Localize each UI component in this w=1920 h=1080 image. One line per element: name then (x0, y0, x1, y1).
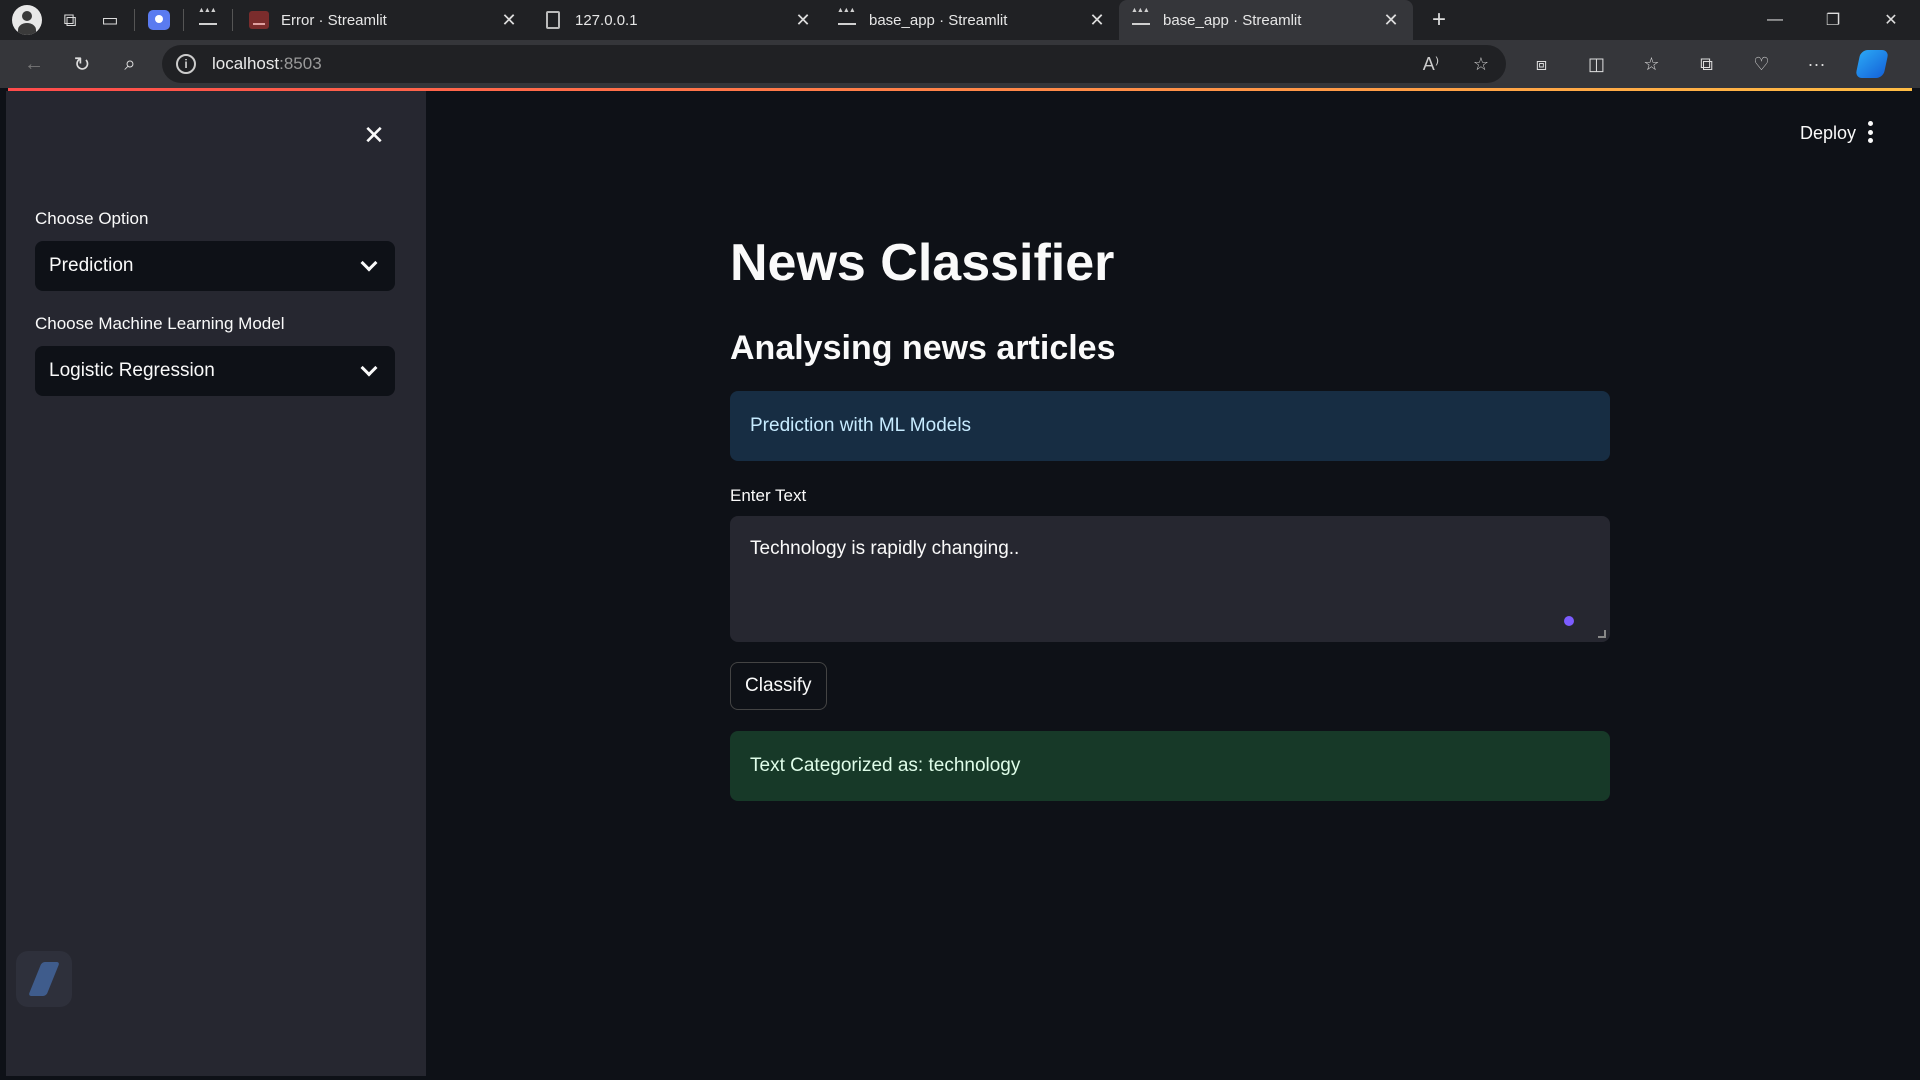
streamlit-error-favicon-icon (249, 11, 269, 29)
grammar-check-dot-icon[interactable] (1564, 616, 1574, 626)
window-controls: — ❐ ✕ (1746, 0, 1920, 40)
streamlit-crown-favicon-icon (1131, 7, 1151, 29)
refresh-icon[interactable]: ↻ (58, 40, 106, 88)
success-alert: Text Categorized as: technology (730, 731, 1610, 801)
pinned-app-icon (148, 10, 170, 30)
browser-tools: ⧈ ◫ ☆ ⧉ ♡ ··· (1514, 40, 1899, 88)
resize-handle-icon[interactable] (1598, 630, 1606, 638)
chevron-down-icon (360, 254, 378, 272)
deploy-button[interactable]: Deploy (1800, 123, 1856, 144)
tab-close-icon[interactable]: ✕ (793, 10, 813, 31)
enter-text-label: Enter Text (730, 486, 807, 505)
tab-close-icon[interactable]: ✕ (1087, 10, 1107, 31)
main-content: Deploy News Classifier Analysing news ar… (426, 91, 1914, 1076)
search-icon[interactable]: ⌕ (106, 40, 154, 88)
main-menu-kebab-icon[interactable] (1868, 121, 1874, 143)
choose-option-select[interactable]: Prediction (35, 241, 395, 291)
address-bar[interactable]: i localhost :8503 A⁾ ☆ (162, 45, 1506, 83)
tab-title: base_app · Streamlit (869, 11, 1008, 29)
tab-divider (183, 9, 184, 31)
new-tab-plus-icon[interactable]: + (1419, 0, 1459, 40)
address-bar-actions: A⁾ ☆ (1406, 54, 1506, 75)
tab-actions-icon[interactable]: ▭ (90, 0, 130, 40)
tab-title: 127.0.0.1 (575, 11, 638, 29)
document-favicon-icon (543, 11, 563, 29)
window-close-icon[interactable]: ✕ (1862, 0, 1920, 40)
url-port: :8503 (279, 54, 322, 73)
streamlit-crown-favicon-icon (837, 7, 857, 29)
textarea-value: Technology is rapidly changing.. (750, 538, 1020, 559)
profile-avatar-icon[interactable] (12, 5, 42, 35)
page-title: News Classifier (730, 234, 1115, 292)
streamlit-crown-icon (198, 7, 217, 25)
choose-model-value: Logistic Regression (49, 360, 215, 381)
choose-option-label: Choose Option (35, 209, 149, 228)
streamlit-logo-icon[interactable] (16, 951, 72, 1007)
sidebar-close-icon[interactable]: ✕ (360, 120, 388, 150)
copilot-icon[interactable] (1844, 40, 1899, 88)
back-arrow-icon[interactable]: ← (10, 40, 58, 88)
tab-close-icon[interactable]: ✕ (1381, 10, 1401, 31)
tab-base-app-active[interactable]: base_app · Streamlit ✕ (1119, 0, 1413, 40)
tab-title: base_app · Streamlit (1163, 11, 1302, 29)
tab-base-app[interactable]: base_app · Streamlit ✕ (825, 0, 1119, 40)
collections-icon[interactable]: ⧉ (1679, 40, 1734, 88)
site-info-icon[interactable]: i (176, 54, 196, 74)
sidebar: ✕ Choose Option Prediction Choose Machin… (6, 91, 426, 1076)
read-aloud-icon[interactable]: A⁾ (1406, 54, 1456, 75)
split-screen-icon[interactable]: ◫ (1569, 40, 1624, 88)
choose-model-label: Choose Machine Learning Model (35, 314, 285, 333)
page-subtitle: Analysing news articles (730, 329, 1116, 367)
more-menu-icon[interactable]: ··· (1789, 40, 1844, 88)
browser-tab-bar: ⧉ ▭ Error · Streamlit ✕ 127.0.0.1 ✕ base… (0, 0, 1920, 40)
info-alert: Prediction with ML Models (730, 391, 1610, 461)
workspaces-icon[interactable]: ⧉ (50, 0, 90, 40)
pinned-tab-2[interactable] (188, 0, 228, 40)
chevron-down-icon (360, 359, 378, 377)
favorites-list-icon[interactable]: ☆ (1624, 40, 1679, 88)
restore-icon[interactable]: ❐ (1804, 0, 1862, 40)
choose-option-value: Prediction (49, 255, 134, 276)
tab-127-0-0-1[interactable]: 127.0.0.1 ✕ (531, 0, 825, 40)
browser-essentials-heart-icon[interactable]: ♡ (1734, 40, 1789, 88)
tab-title: Error · Streamlit (281, 11, 387, 29)
classify-button[interactable]: Classify (730, 662, 827, 710)
success-alert-text: Text Categorized as: technology (750, 755, 1021, 776)
tab-error-streamlit[interactable]: Error · Streamlit ✕ (237, 0, 531, 40)
favorite-star-icon[interactable]: ☆ (1456, 54, 1506, 75)
tab-close-icon[interactable]: ✕ (499, 10, 519, 31)
minimize-icon[interactable]: — (1746, 0, 1804, 40)
enter-text-textarea[interactable]: Technology is rapidly changing.. (730, 516, 1610, 642)
tab-divider (232, 9, 233, 31)
tab-divider (134, 9, 135, 31)
browser-toolbar: ← ↻ ⌕ i localhost :8503 A⁾ ☆ ⧈ ◫ ☆ ⧉ ♡ ·… (0, 40, 1920, 88)
extensions-puzzle-icon[interactable]: ⧈ (1514, 40, 1569, 88)
info-alert-text: Prediction with ML Models (750, 415, 972, 436)
choose-model-select[interactable]: Logistic Regression (35, 346, 395, 396)
pinned-tab-1[interactable] (139, 0, 179, 40)
url-host: localhost (212, 54, 280, 73)
